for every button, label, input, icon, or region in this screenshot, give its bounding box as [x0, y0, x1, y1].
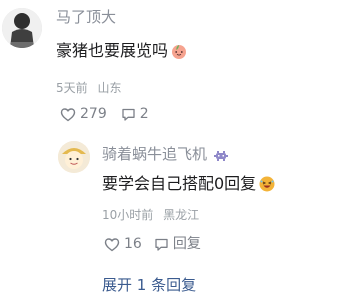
comment-avatar[interactable]	[2, 8, 42, 48]
comment-author-name[interactable]: 马了顶大	[56, 8, 116, 26]
reply-location: 黑龙江	[163, 208, 200, 222]
heart-icon	[60, 107, 76, 121]
comment-avatar-image	[2, 8, 42, 48]
reply-time: 10小时前	[102, 208, 154, 222]
chat-bubble-icon	[122, 108, 135, 121]
reply-meta: 10小时前 黑龙江	[102, 208, 199, 222]
laughing-face-emoji	[258, 175, 276, 193]
reply-avatar-image	[58, 141, 90, 173]
reply-text: 要学会自己搭配0回复	[102, 174, 276, 194]
comment-like-count: 279	[80, 106, 107, 122]
comment-like-button[interactable]: 279	[60, 106, 107, 122]
expand-replies-button[interactable]: 展开 1 条回复	[102, 276, 196, 294]
reply-like-count: 16	[124, 236, 142, 252]
chat-bubble-icon	[155, 238, 168, 251]
reply-text-content: 要学会自己搭配0回复	[102, 174, 257, 193]
reply-author-label: 骑着蜗牛追飞机	[102, 145, 208, 163]
comment-text: 豪猪也要展览吗	[56, 41, 188, 61]
comment-meta: 5天前 山东	[56, 81, 121, 95]
alien-invader-badge-icon	[213, 148, 229, 161]
reply-actions: 16 回复	[104, 236, 201, 252]
comment-actions: 279 2	[60, 106, 149, 122]
peach-emoji	[170, 42, 188, 60]
reply-author-name[interactable]: 骑着蜗牛追飞机	[102, 145, 229, 163]
reply-avatar[interactable]	[58, 141, 90, 173]
comment-reply-count: 2	[139, 106, 149, 122]
reply-like-button[interactable]: 16	[104, 236, 142, 252]
reply-reply-label: 回复	[172, 236, 201, 252]
reply-reply-button[interactable]: 回复	[154, 236, 201, 252]
comment-location: 山东	[97, 81, 122, 95]
comment-reply-button[interactable]: 2	[121, 106, 149, 122]
comment-time: 5天前	[56, 81, 88, 95]
heart-icon	[104, 237, 120, 251]
comment-text-content: 豪猪也要展览吗	[56, 41, 169, 60]
